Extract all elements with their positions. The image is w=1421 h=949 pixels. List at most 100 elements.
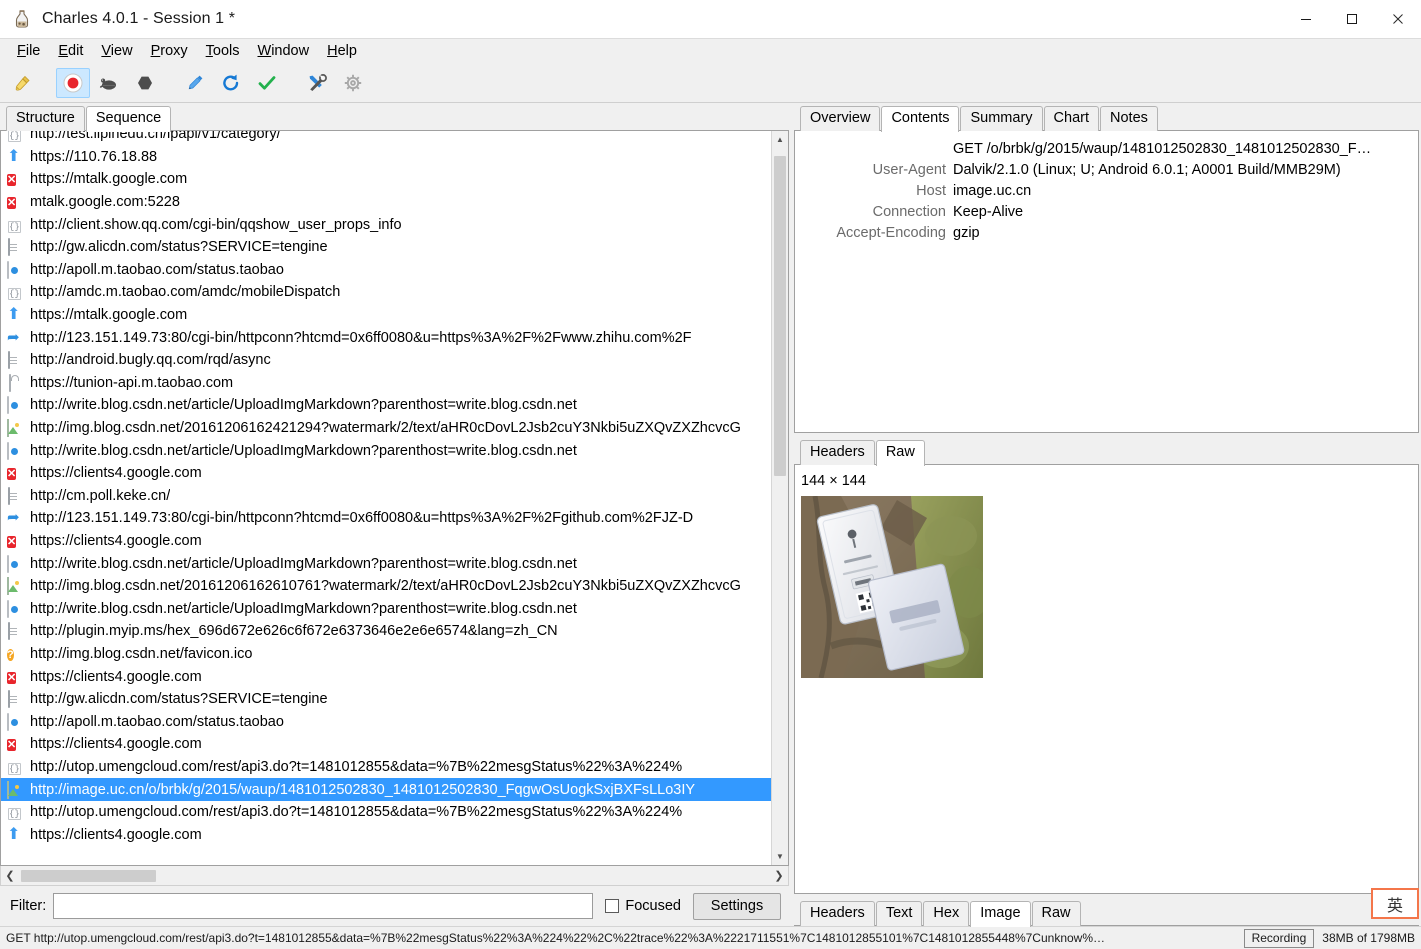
session-row[interactable]: http://cm.poll.keke.cn/ [1,485,771,508]
error-icon: ✕ [7,174,17,187]
status-memory-text[interactable]: 38MB of 1798MB [1322,931,1417,945]
session-row[interactable]: http://android.bugly.qq.com/rqd/async [1,349,771,372]
scroll-thumb[interactable] [774,156,786,476]
start-stop-recording-icon[interactable] [56,67,90,98]
scroll-up-button[interactable]: ▲ [772,131,788,148]
session-list[interactable]: {} http://test.lipinedu.cn/lpapi/v1/categ… [0,131,789,866]
session-row-url: https://clients4.google.com [30,826,202,843]
session-row[interactable]: http://apoll.m.taobao.com/status.taobao [1,259,771,282]
code-icon: {} [8,131,21,143]
request-tab-raw[interactable]: Raw [875,440,925,466]
hscroll-thumb[interactable] [21,870,156,882]
session-row[interactable]: http://apoll.m.taobao.com/status.taobao [1,710,771,733]
session-row[interactable]: {} http://client.show.qq.com/cgi-bin/qqsh… [1,213,771,236]
session-row-url: https://clients4.google.com [30,532,202,549]
session-row[interactable]: http://write.blog.csdn.net/article/Uploa… [1,439,771,462]
maximize-button[interactable] [1329,0,1375,38]
compose-pen-icon[interactable] [178,68,212,98]
menu-item-tools[interactable]: Tools [197,41,249,61]
status-recording-badge[interactable]: Recording [1243,928,1315,948]
session-row[interactable]: http://write.blog.csdn.net/article/Uploa… [1,394,771,417]
session-row[interactable]: ⬆ https://110.76.18.88 [1,146,771,169]
response-tab-text[interactable]: Text [875,901,923,926]
session-row[interactable]: {} http://test.lipinedu.cn/lpapi/v1/categ… [1,131,771,146]
scroll-right-button[interactable]: ❯ [770,869,788,882]
close-button[interactable] [1375,0,1421,38]
menu-item-proxy[interactable]: Proxy [142,41,197,61]
session-row[interactable]: http://gw.alicdn.com/status?SERVICE=teng… [1,236,771,259]
session-row[interactable]: ⬆ https://clients4.google.com [1,823,771,846]
session-row[interactable]: ➦ http://123.151.149.73:80/cgi-bin/httpco… [1,326,771,349]
session-row[interactable]: {} http://utop.umengcloud.com/rest/api3.d… [1,801,771,824]
tab-structure[interactable]: Structure [6,106,85,131]
menu-item-view[interactable]: View [92,41,141,61]
session-row[interactable]: ? http://img.blog.csdn.net/favicon.ico [1,643,771,666]
tab-overview[interactable]: Overview [800,106,881,131]
throttling-turtle-icon[interactable] [92,68,126,98]
session-row[interactable]: ✕ https://clients4.google.com [1,530,771,553]
session-row[interactable]: http://write.blog.csdn.net/article/Uploa… [1,597,771,620]
menu-item-window[interactable]: Window [249,41,319,61]
breakpoints-icon[interactable] [128,68,162,98]
tab-chart[interactable]: Chart [1043,106,1099,131]
validate-check-icon[interactable] [250,68,284,98]
session-row[interactable]: http://image.uc.cn/o/brbk/g/2015/waup/14… [1,778,771,801]
tab-notes[interactable]: Notes [1100,106,1158,131]
tab-summary[interactable]: Summary [960,106,1043,131]
response-tab-raw[interactable]: Raw [1031,901,1081,926]
menu-item-file[interactable]: File [8,41,49,61]
minimize-button[interactable] [1283,0,1329,38]
session-row[interactable]: ➦ http://123.151.149.73:80/cgi-bin/httpco… [1,507,771,530]
session-row[interactable]: ✕ https://mtalk.google.com [1,168,771,191]
up-arrow-icon: ⬆ [7,825,21,843]
session-row[interactable]: ⬆ https://mtalk.google.com [1,304,771,327]
filter-bar: Filter: Focused Settings [0,886,789,926]
session-list-horizontal-scrollbar[interactable]: ❮ ❯ [0,866,789,886]
lock-icon [6,373,23,392]
request-header-key [801,139,953,160]
focused-checkbox[interactable]: Focused [605,898,681,914]
focused-checkbox-box[interactable] [605,899,620,913]
menu-bar: File Edit View Proxy Tools Window Help [0,38,1421,63]
error-icon: ✕ [7,535,17,548]
tab-sequence[interactable]: Sequence [85,106,172,132]
response-tab-headers[interactable]: Headers [800,901,875,926]
settings-button[interactable]: Settings [693,892,781,920]
response-tab-image[interactable]: Image [970,901,1031,927]
session-rows[interactable]: {} http://test.lipinedu.cn/lpapi/v1/categ… [1,131,771,865]
settings-gear-icon[interactable] [336,68,370,98]
doc-icon [6,486,23,505]
session-row-url: http://write.blog.csdn.net/article/Uploa… [30,397,577,414]
menu-item-help[interactable]: Help [318,41,366,61]
repeat-refresh-icon[interactable] [214,68,248,98]
session-row-url: https://mtalk.google.com [30,307,188,324]
ime-language-indicator[interactable]: 英 [1371,888,1419,919]
session-row[interactable]: http://gw.alicdn.com/status?SERVICE=teng… [1,688,771,711]
session-row[interactable]: ✕ https://clients4.google.com [1,462,771,485]
session-row[interactable]: ✕ mtalk.google.com:5228 [1,191,771,214]
redirect-icon: ➦ [7,509,20,527]
session-row[interactable]: http://img.blog.csdn.net/201612061624212… [1,417,771,440]
session-row[interactable]: ✕ https://clients4.google.com [1,665,771,688]
scroll-track[interactable] [772,148,788,848]
response-tab-hex[interactable]: Hex [923,901,970,926]
tab-contents[interactable]: Contents [881,106,960,132]
scroll-down-button[interactable]: ▼ [772,848,788,865]
session-row[interactable]: ✕ https://clients4.google.com [1,733,771,756]
clear-session-icon[interactable] [6,68,40,98]
hscroll-track[interactable] [19,868,770,883]
session-row[interactable]: http://plugin.myip.ms/hex_696d672e626c6f… [1,620,771,643]
session-list-vertical-scrollbar[interactable]: ▲ ▼ [771,131,788,865]
scroll-left-button[interactable]: ❮ [1,869,19,882]
session-row[interactable]: http://write.blog.csdn.net/article/Uploa… [1,552,771,575]
session-row[interactable]: {} http://utop.umengcloud.com/rest/api3.d… [1,756,771,779]
request-tab-headers[interactable]: Headers [800,440,875,465]
filter-input[interactable] [53,893,594,919]
session-row[interactable]: http://img.blog.csdn.net/201612061626107… [1,575,771,598]
menu-item-edit[interactable]: Edit [49,41,92,61]
detail-view-tabs: Overview Contents Summary Chart Notes [794,103,1419,132]
session-row[interactable]: {} http://amdc.m.taobao.com/amdc/mobileDi… [1,281,771,304]
tools-wrench-icon[interactable] [300,68,334,98]
session-row[interactable]: https://tunion-api.m.taobao.com [1,372,771,395]
request-header-key: Accept-Encoding [836,225,946,241]
